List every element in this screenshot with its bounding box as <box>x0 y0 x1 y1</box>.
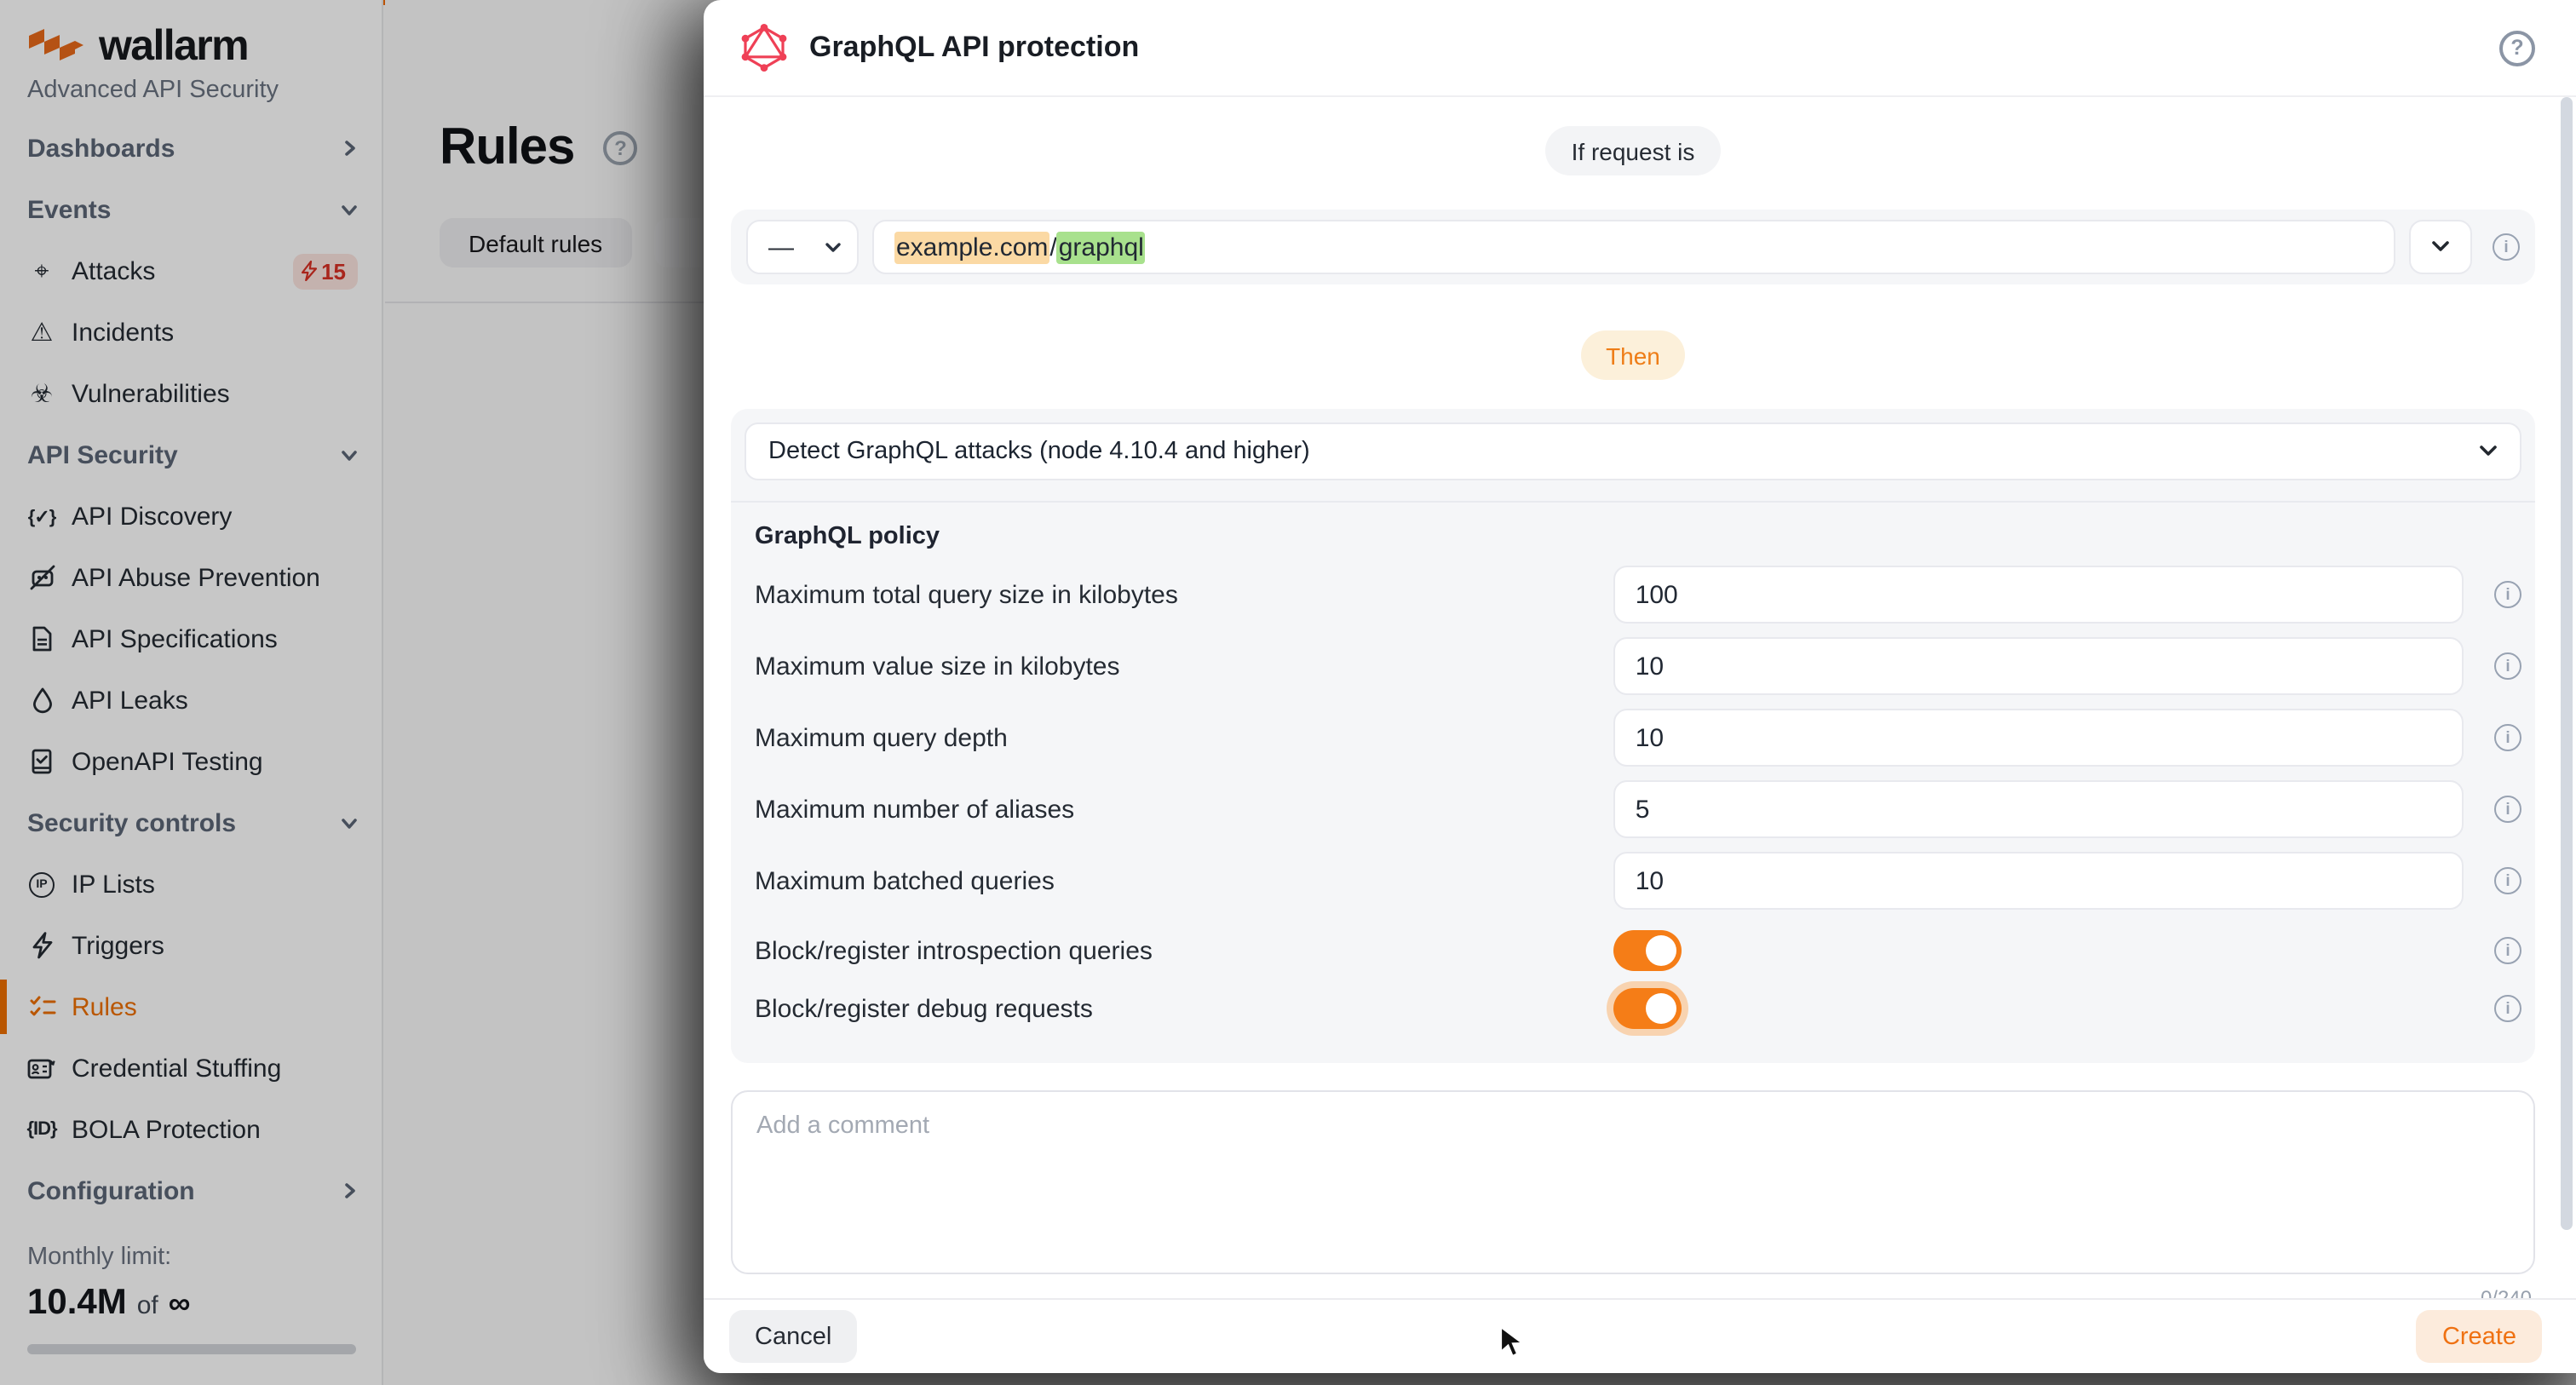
create-button[interactable]: Create <box>2417 1310 2542 1363</box>
uri-path-token: graphql <box>1057 231 1146 263</box>
modal-scrollbar-thumb[interactable] <box>2561 97 2573 1230</box>
policy-heading: GraphQL policy <box>755 523 2521 552</box>
policy-row-query-depth: Maximum query depth i <box>745 709 2521 767</box>
introspection-toggle[interactable] <box>1613 930 1682 971</box>
policy-row-value-size: Maximum value size in kilobytes i <box>745 637 2521 695</box>
query-depth-input[interactable] <box>1613 709 2464 767</box>
policy-row-batched-queries: Maximum batched queries i <box>745 852 2521 910</box>
value-size-input[interactable] <box>1613 637 2464 695</box>
graphql-rule-modal: GraphQL API protection ? If request is —… <box>704 0 2576 1373</box>
info-icon[interactable]: i <box>2494 581 2521 608</box>
aliases-input[interactable] <box>1613 780 2464 838</box>
modal-title: GraphQL API protection <box>809 31 1139 65</box>
action-panel: Detect GraphQL attacks (node 4.10.4 and … <box>731 409 2535 1063</box>
info-icon[interactable]: i <box>2494 937 2521 964</box>
info-icon[interactable]: i <box>2494 724 2521 751</box>
modal-footer: Cancel Create <box>704 1298 2576 1373</box>
cancel-button[interactable]: Cancel <box>729 1310 857 1363</box>
policy-row-debug: Block/register debug requests i <box>745 985 2521 1032</box>
condition-expand-button[interactable] <box>2409 220 2472 274</box>
policy-row-aliases: Maximum number of aliases i <box>745 780 2521 838</box>
info-icon[interactable]: i <box>2494 867 2521 894</box>
total-query-size-input[interactable] <box>1613 566 2464 624</box>
condition-uri-input[interactable]: example.com/graphql <box>872 220 2395 274</box>
info-icon[interactable]: i <box>2494 995 2521 1022</box>
then-chip: Then <box>1580 330 1686 380</box>
uri-host-token: example.com <box>894 231 1049 263</box>
policy-row-total-query-size: Maximum total query size in kilobytes i <box>745 566 2521 624</box>
batched-queries-input[interactable] <box>1613 852 2464 910</box>
comment-textarea[interactable] <box>731 1090 2535 1274</box>
condition-row: — example.com/graphql i <box>731 210 2535 284</box>
chevron-down-icon <box>2479 445 2498 458</box>
info-icon[interactable]: i <box>2494 652 2521 680</box>
debug-toggle[interactable] <box>1613 988 1682 1029</box>
info-icon[interactable]: i <box>2494 796 2521 823</box>
modal-header: GraphQL API protection ? <box>704 0 2576 97</box>
condition-operator-select[interactable]: — <box>746 220 859 274</box>
chevron-down-icon <box>825 241 842 253</box>
action-mode-select[interactable]: Detect GraphQL attacks (node 4.10.4 and … <box>745 422 2521 480</box>
policy-row-introspection: Block/register introspection queries i <box>745 927 2521 974</box>
info-icon[interactable]: i <box>2493 233 2520 261</box>
app-root: wallarm Advanced API Security Dashboards… <box>0 0 2576 1385</box>
panel-divider <box>731 501 2535 503</box>
chevron-down-icon <box>2431 240 2450 254</box>
graphql-logo-icon <box>741 24 787 72</box>
modal-help-icon[interactable]: ? <box>2499 30 2535 66</box>
if-request-is-chip: If request is <box>1546 126 1721 175</box>
modal-body: If request is — example.com/graphql i Th… <box>704 97 2576 1307</box>
